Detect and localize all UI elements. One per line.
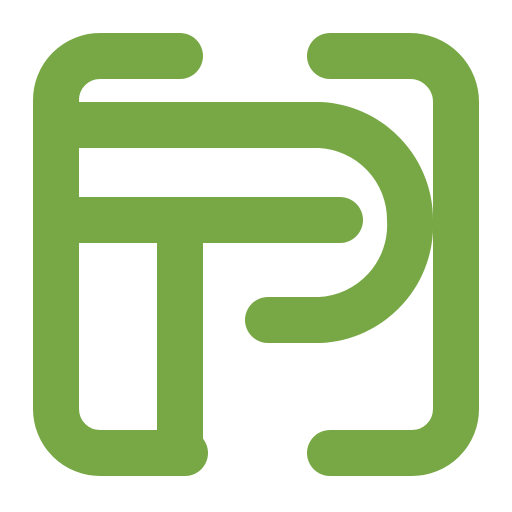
logo-canvas <box>0 0 512 512</box>
fp-monogram-logo-icon <box>33 33 479 476</box>
